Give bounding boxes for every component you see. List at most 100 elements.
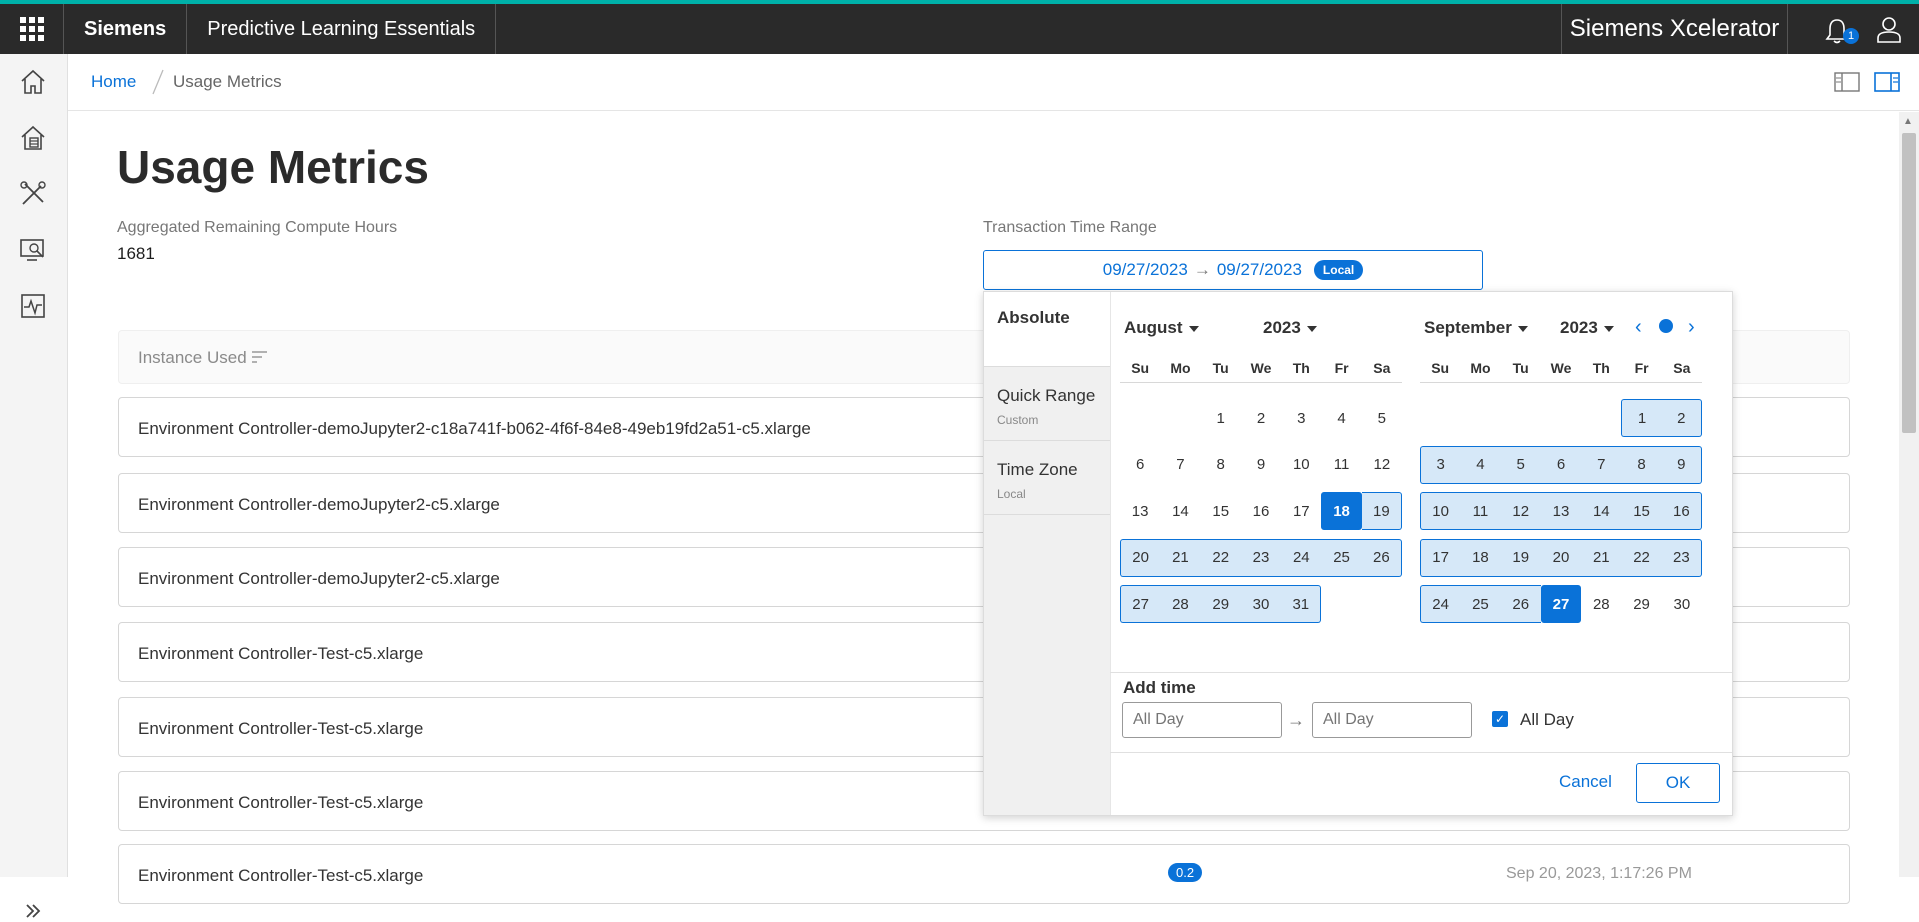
weekday-label: Th: [1592, 360, 1610, 376]
cancel-button[interactable]: Cancel: [1559, 772, 1612, 792]
calendar-day[interactable]: 29: [1621, 581, 1661, 628]
calendar-day[interactable]: 8: [1621, 442, 1662, 489]
calendar-day[interactable]: 5: [1362, 395, 1402, 442]
time-to-input[interactable]: [1312, 702, 1472, 738]
calendar-day[interactable]: 10: [1420, 488, 1461, 535]
calendar-day[interactable]: 6: [1540, 442, 1582, 489]
chevron-right-icon[interactable]: ›: [1688, 316, 1695, 339]
tab-time-zone[interactable]: Time Zone Local: [984, 440, 1110, 515]
calendar-day[interactable]: 15: [1621, 488, 1662, 535]
calendar-day[interactable]: 14: [1160, 488, 1200, 535]
calendar-day[interactable]: 27: [1120, 581, 1161, 628]
calendar-day[interactable]: 11: [1460, 488, 1501, 535]
panel-right-icon[interactable]: [1873, 70, 1901, 94]
app-name[interactable]: Predictive Learning Essentials: [187, 4, 497, 54]
sort-icon[interactable]: [251, 349, 269, 365]
metrics-icon[interactable]: [17, 290, 49, 322]
calendar-day[interactable]: 13: [1540, 488, 1582, 535]
calendar-day[interactable]: 19: [1500, 535, 1541, 582]
brand-name[interactable]: Siemens: [64, 4, 188, 54]
tab-quick-range[interactable]: Quick Range Custom: [984, 366, 1110, 441]
calendar-day[interactable]: 28: [1581, 581, 1621, 628]
month-select-left[interactable]: August: [1124, 318, 1199, 338]
calendar-day[interactable]: 27: [1540, 581, 1582, 628]
calendar-day[interactable]: 13: [1120, 488, 1160, 535]
calendar-day[interactable]: 11: [1321, 442, 1361, 489]
calendar-day[interactable]: 9: [1241, 442, 1281, 489]
calendar-day[interactable]: 15: [1201, 488, 1241, 535]
calendar-day[interactable]: 26: [1361, 535, 1402, 582]
breadcrumb-home[interactable]: Home: [91, 72, 136, 92]
calendar-day[interactable]: 12: [1362, 442, 1402, 489]
calendar-day[interactable]: 23: [1240, 535, 1282, 582]
calendar-day[interactable]: 17: [1281, 488, 1321, 535]
time-from-input[interactable]: [1122, 702, 1282, 738]
calendar-day[interactable]: 16: [1241, 488, 1281, 535]
sort-column-label[interactable]: Instance Used: [138, 348, 247, 368]
ok-button[interactable]: OK: [1636, 763, 1720, 803]
calendar-day[interactable]: 3: [1420, 442, 1461, 489]
scrollbar-thumb[interactable]: [1902, 133, 1916, 433]
scroll-up-arrow-icon[interactable]: ▲: [1903, 116, 1913, 127]
calendar-day[interactable]: 21: [1581, 535, 1622, 582]
calendar-day[interactable]: 3: [1281, 395, 1321, 442]
panel-left-icon[interactable]: [1833, 70, 1861, 94]
calendar-day[interactable]: 18: [1321, 488, 1362, 535]
calendar-day[interactable]: 1: [1621, 395, 1662, 442]
calendar-day[interactable]: 24: [1420, 581, 1461, 628]
calendar-day[interactable]: 17: [1420, 535, 1461, 582]
today-dot-icon[interactable]: [1659, 319, 1673, 333]
user-icon[interactable]: [1876, 16, 1902, 44]
calendar-day[interactable]: 22: [1621, 535, 1662, 582]
month-select-right[interactable]: September: [1424, 318, 1528, 338]
calendar-day[interactable]: 16: [1661, 488, 1702, 535]
time-range-input[interactable]: 09/27/2023 → 09/27/2023 Local: [983, 250, 1483, 290]
calendar-day[interactable]: 31: [1281, 581, 1322, 628]
calendar-day[interactable]: 14: [1581, 488, 1622, 535]
table-row[interactable]: Environment Controller-Test-c5.xlarge 0.…: [118, 844, 1850, 904]
calendar-day[interactable]: 2: [1661, 395, 1702, 442]
calendar-day[interactable]: 10: [1281, 442, 1321, 489]
calendar-day[interactable]: 9: [1661, 442, 1702, 489]
calendar-day[interactable]: 23: [1661, 535, 1702, 582]
weekday-label: Fr: [1634, 360, 1649, 376]
calendar-day[interactable]: 29: [1200, 581, 1241, 628]
year-select-left[interactable]: 2023: [1263, 318, 1317, 338]
calendar-day[interactable]: 8: [1201, 442, 1241, 489]
calendar-day[interactable]: 6: [1120, 442, 1160, 489]
calendar-day[interactable]: 5: [1500, 442, 1541, 489]
expand-sidebar-icon[interactable]: [22, 900, 44, 922]
calendar-day[interactable]: 26: [1500, 581, 1541, 628]
calendar-day[interactable]: 20: [1120, 535, 1161, 582]
calendar-day[interactable]: 4: [1460, 442, 1501, 489]
app-switcher-button[interactable]: [0, 4, 64, 54]
calendar-day[interactable]: 25: [1460, 581, 1501, 628]
asset-home-icon[interactable]: [17, 122, 49, 154]
calendar-day[interactable]: 4: [1321, 395, 1361, 442]
platform-name[interactable]: Siemens Xcelerator: [1561, 4, 1788, 54]
calendar-day[interactable]: 24: [1281, 535, 1322, 582]
calendar-day[interactable]: 19: [1361, 488, 1402, 535]
calendar-day[interactable]: 30: [1662, 581, 1702, 628]
tab-absolute[interactable]: Absolute: [984, 292, 1110, 367]
calendar-day[interactable]: 12: [1500, 488, 1541, 535]
tools-icon[interactable]: [17, 178, 49, 210]
calendar-day[interactable]: 1: [1201, 395, 1241, 442]
chevron-left-icon[interactable]: ‹: [1635, 316, 1642, 339]
all-day-checkbox[interactable]: ✓: [1492, 711, 1508, 727]
calendar-day[interactable]: 28: [1160, 581, 1201, 628]
home-icon[interactable]: [17, 66, 49, 98]
calendar-day[interactable]: 7: [1581, 442, 1622, 489]
calendar-day[interactable]: 2: [1241, 395, 1281, 442]
year-select-right[interactable]: 2023: [1560, 318, 1614, 338]
calendar-day[interactable]: 22: [1200, 535, 1241, 582]
calendar-day[interactable]: 25: [1321, 535, 1362, 582]
monitor-search-icon[interactable]: [17, 234, 49, 266]
calendar-day[interactable]: 30: [1240, 581, 1282, 628]
calendar-day[interactable]: 21: [1160, 535, 1201, 582]
calendar-day[interactable]: 7: [1160, 442, 1200, 489]
weekday-label: Tu: [1212, 360, 1229, 376]
all-day-label[interactable]: All Day: [1520, 710, 1574, 730]
calendar-day[interactable]: 20: [1540, 535, 1582, 582]
calendar-day[interactable]: 18: [1460, 535, 1501, 582]
